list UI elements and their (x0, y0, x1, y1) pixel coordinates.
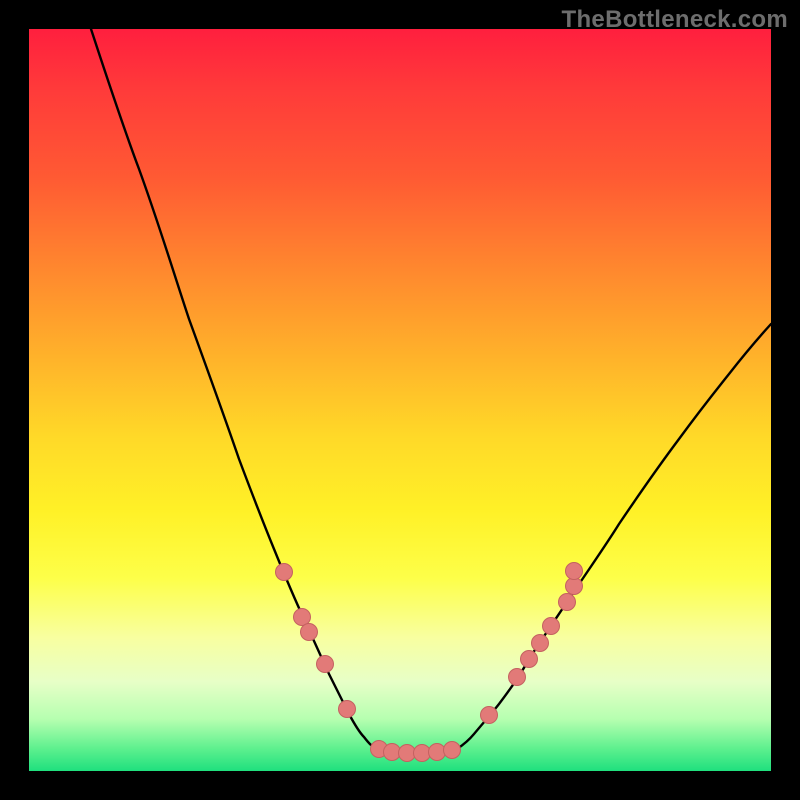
data-point (414, 745, 431, 762)
chart-plot-area (29, 29, 771, 771)
data-point (276, 564, 293, 581)
data-point (444, 742, 461, 759)
data-point (481, 707, 498, 724)
data-point (532, 635, 549, 652)
data-point (399, 745, 416, 762)
data-point (384, 744, 401, 761)
data-point (509, 669, 526, 686)
curve-right-branch (457, 324, 771, 749)
scatter-group (276, 563, 583, 762)
curve-left-branch (91, 29, 377, 749)
data-point (429, 744, 446, 761)
data-point (294, 609, 311, 626)
data-point (317, 656, 334, 673)
chart-svg (29, 29, 771, 771)
data-point (543, 618, 560, 635)
data-point (301, 624, 318, 641)
data-point (566, 578, 583, 595)
watermark-text: TheBottleneck.com (562, 6, 788, 34)
data-point (339, 701, 356, 718)
data-point (559, 594, 576, 611)
data-point (566, 563, 583, 580)
data-point (521, 651, 538, 668)
